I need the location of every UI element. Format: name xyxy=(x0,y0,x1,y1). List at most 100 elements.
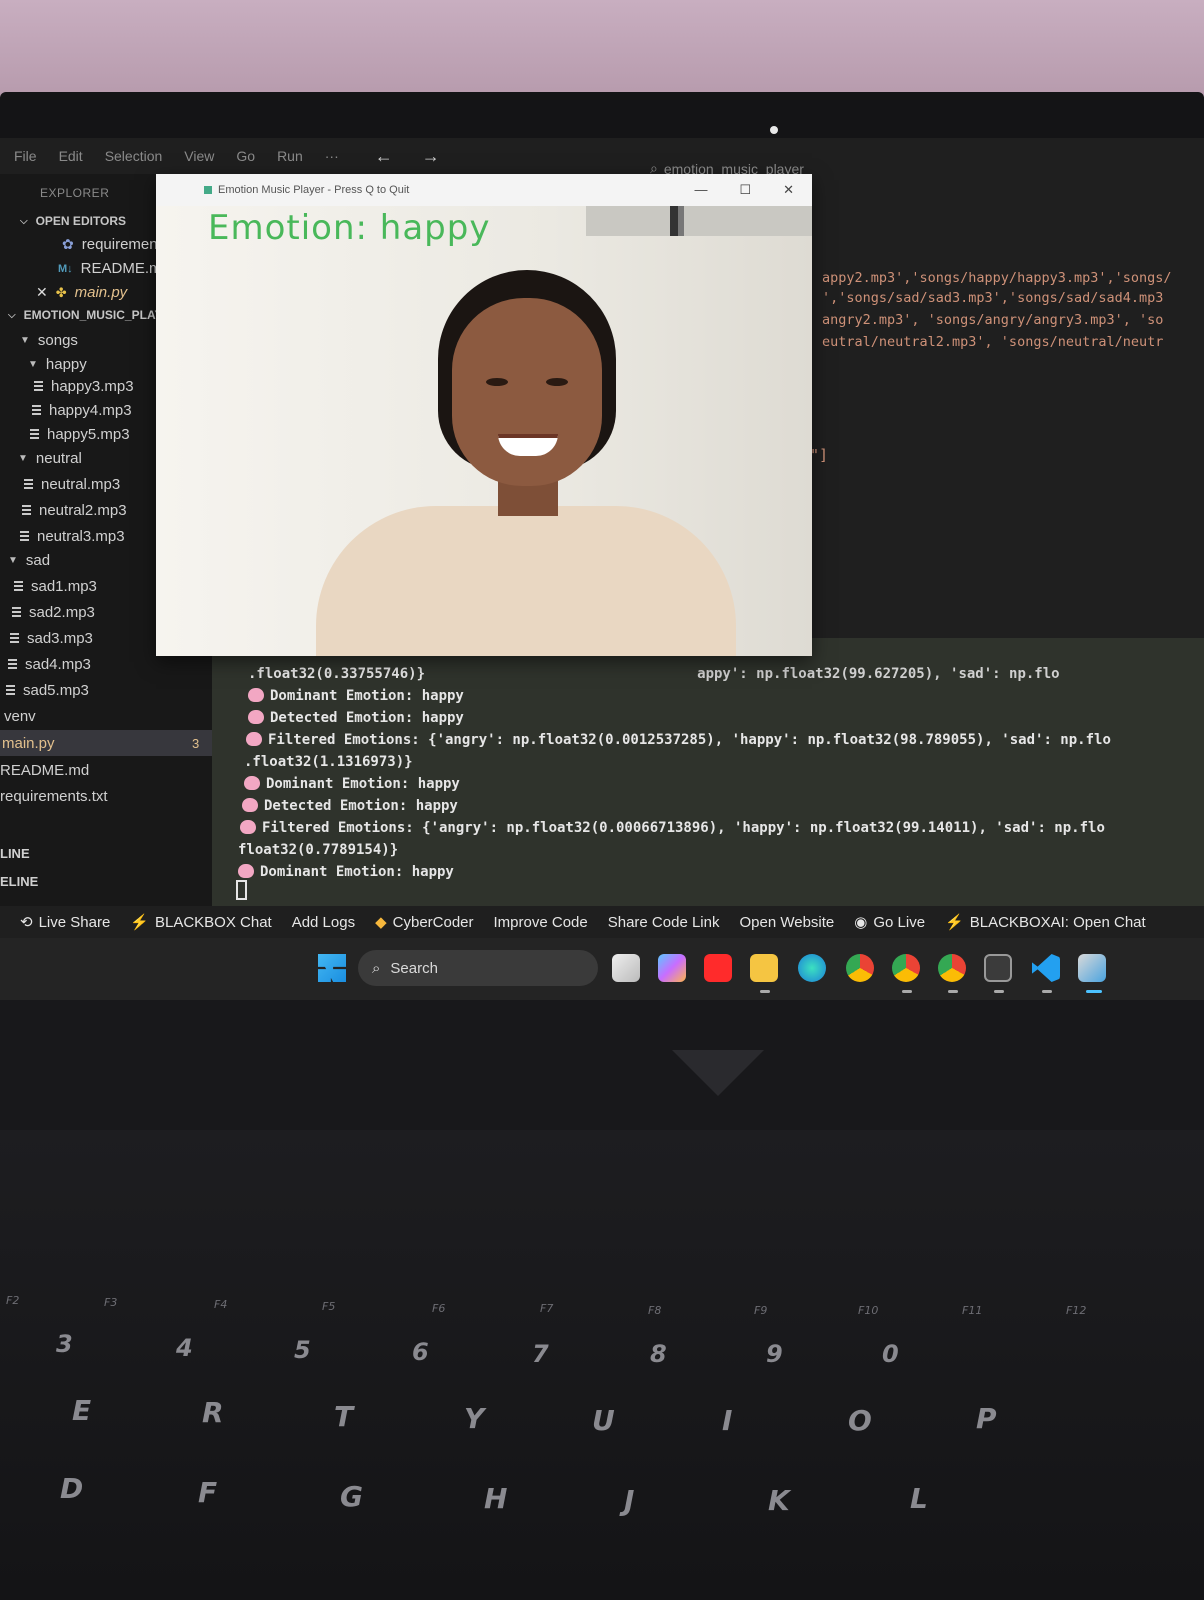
caret-down-icon: ▼ xyxy=(20,335,30,346)
key-4[interactable]: 4 xyxy=(176,1334,193,1362)
file-main-py[interactable]: main.py 3 xyxy=(0,730,222,756)
brain-icon xyxy=(242,798,258,812)
key-j[interactable]: J xyxy=(624,1484,634,1517)
key-7[interactable]: 7 xyxy=(532,1340,549,1368)
key-f9[interactable]: F9 xyxy=(754,1304,767,1317)
file-sad1[interactable]: sad1.mp3 xyxy=(14,578,97,595)
folder-venv[interactable]: venv xyxy=(4,708,36,725)
key-h[interactable]: H xyxy=(484,1482,507,1515)
windows-start-icon[interactable] xyxy=(318,954,346,982)
key-k[interactable]: K xyxy=(768,1484,790,1517)
open-editor-main-py[interactable]: ✕ ✤ main.py xyxy=(36,284,127,301)
edge-icon[interactable] xyxy=(798,954,826,982)
terminal-icon[interactable] xyxy=(984,954,1012,982)
vscode-icon[interactable] xyxy=(1032,954,1060,982)
key-l[interactable]: L xyxy=(910,1482,928,1515)
cv-titlebar[interactable]: Emotion Music Player - Press Q to Quit —… xyxy=(156,174,812,206)
key-f4[interactable]: F4 xyxy=(214,1298,227,1311)
folder-neutral[interactable]: ▼ neutral xyxy=(18,450,82,467)
key-p[interactable]: P xyxy=(976,1402,997,1435)
file-readme[interactable]: README.md xyxy=(0,762,89,779)
key-y[interactable]: Y xyxy=(464,1402,484,1435)
close-icon[interactable]: ✕ xyxy=(36,284,48,301)
emotion-player-window[interactable]: Emotion Music Player - Press Q to Quit —… xyxy=(156,174,812,656)
file-requirements[interactable]: requirements.txt xyxy=(0,788,108,805)
key-0[interactable]: 0 xyxy=(882,1340,899,1368)
menu-edit[interactable]: Edit xyxy=(59,148,83,164)
key-f12[interactable]: F12 xyxy=(1066,1304,1086,1317)
project-header[interactable]: ⌵ EMOTION_MUSIC_PLAYE xyxy=(8,308,171,322)
menu-view[interactable]: View xyxy=(184,148,214,164)
live-share-button[interactable]: ⟲ Live Share xyxy=(20,913,110,932)
folder-happy[interactable]: ▼ happy xyxy=(28,356,87,373)
key-o[interactable]: O xyxy=(848,1404,872,1437)
key-f[interactable]: F xyxy=(198,1476,217,1509)
key-i[interactable]: I xyxy=(722,1404,732,1437)
file-happy3[interactable]: happy3.mp3 xyxy=(34,378,134,395)
chrome-icon[interactable] xyxy=(846,954,874,982)
file-neutral3[interactable]: neutral3.mp3 xyxy=(20,528,125,545)
task-view-icon[interactable] xyxy=(612,954,640,982)
menu-run[interactable]: Run xyxy=(277,148,303,164)
nav-arrows[interactable]: ← → xyxy=(375,146,452,167)
chrome-alt-icon[interactable] xyxy=(938,954,966,982)
file-happy4[interactable]: happy4.mp3 xyxy=(32,402,132,419)
python-app-icon[interactable] xyxy=(1078,954,1106,982)
blackboxai-open-chat-button[interactable]: ⚡ BLACKBOXAI: Open Chat xyxy=(945,913,1146,932)
key-9[interactable]: 9 xyxy=(766,1340,783,1368)
menu-more[interactable]: ··· xyxy=(325,148,339,164)
key-d[interactable]: D xyxy=(60,1472,83,1505)
open-website-button[interactable]: Open Website xyxy=(739,914,834,931)
file-sad5[interactable]: sad5.mp3 xyxy=(6,682,89,699)
key-t[interactable]: T xyxy=(334,1400,353,1433)
folder-songs[interactable]: ▼ songs xyxy=(20,332,78,349)
file-happy5[interactable]: happy5.mp3 xyxy=(30,426,130,443)
key-g[interactable]: G xyxy=(340,1480,363,1513)
blackbox-chat-button[interactable]: ⚡ BLACKBOX Chat xyxy=(130,913,271,932)
improve-code-button[interactable]: Improve Code xyxy=(494,914,588,931)
terminal-text: Dominant Emotion: happy xyxy=(260,864,454,880)
file-sad3[interactable]: sad3.mp3 xyxy=(10,630,93,647)
file-neutral2[interactable]: neutral2.mp3 xyxy=(22,502,127,519)
copilot-icon[interactable] xyxy=(658,954,686,982)
open-editors-header[interactable]: ⌵ OPEN EDITORS xyxy=(20,214,126,228)
file-neutral[interactable]: neutral.mp3 xyxy=(24,476,120,493)
menu-selection[interactable]: Selection xyxy=(105,148,163,164)
add-logs-button[interactable]: Add Logs xyxy=(292,914,355,931)
key-f3[interactable]: F3 xyxy=(104,1296,117,1309)
menu-go[interactable]: Go xyxy=(236,148,255,164)
key-f5[interactable]: F5 xyxy=(322,1300,335,1313)
key-5[interactable]: 5 xyxy=(294,1336,311,1364)
close-icon[interactable]: ✕ xyxy=(783,182,794,198)
key-f8[interactable]: F8 xyxy=(648,1304,661,1317)
key-f11[interactable]: F11 xyxy=(962,1304,982,1317)
cybercoder-button[interactable]: ◆ CyberCoder xyxy=(375,913,473,932)
menu-file[interactable]: File xyxy=(14,148,37,164)
key-r[interactable]: R xyxy=(202,1396,224,1429)
file-sad4[interactable]: sad4.mp3 xyxy=(8,656,91,673)
folder-label: sad xyxy=(25,552,51,569)
outline-section[interactable]: LINE xyxy=(0,846,30,861)
youtube-icon[interactable] xyxy=(704,954,732,982)
terminal-panel[interactable]: appy': np.float32(99.627205), 'sad': np.… xyxy=(212,638,1204,906)
file-explorer-icon[interactable] xyxy=(750,954,778,982)
key-3[interactable]: 3 xyxy=(56,1330,73,1358)
chrome-profile-icon[interactable] xyxy=(892,954,920,982)
open-editor-readme[interactable]: M↓ README.md xyxy=(58,260,170,277)
timeline-section[interactable]: ELINE xyxy=(0,874,38,889)
key-f6[interactable]: F6 xyxy=(432,1302,445,1315)
go-live-button[interactable]: ◉ Go Live xyxy=(854,913,925,932)
key-6[interactable]: 6 xyxy=(412,1338,429,1366)
taskbar-search[interactable]: ⌕ Search xyxy=(358,950,598,986)
key-f2[interactable]: F2 xyxy=(6,1294,19,1307)
key-e[interactable]: E xyxy=(72,1394,91,1427)
key-f10[interactable]: F10 xyxy=(858,1304,878,1317)
key-u[interactable]: U xyxy=(592,1404,615,1437)
key-f7[interactable]: F7 xyxy=(540,1302,553,1315)
maximize-icon[interactable]: ☐ xyxy=(739,182,751,198)
folder-sad[interactable]: ▼ sad xyxy=(8,552,50,569)
share-code-link-button[interactable]: Share Code Link xyxy=(608,914,720,931)
key-8[interactable]: 8 xyxy=(650,1340,667,1368)
file-sad2[interactable]: sad2.mp3 xyxy=(12,604,95,621)
minimize-icon[interactable]: — xyxy=(694,182,707,198)
